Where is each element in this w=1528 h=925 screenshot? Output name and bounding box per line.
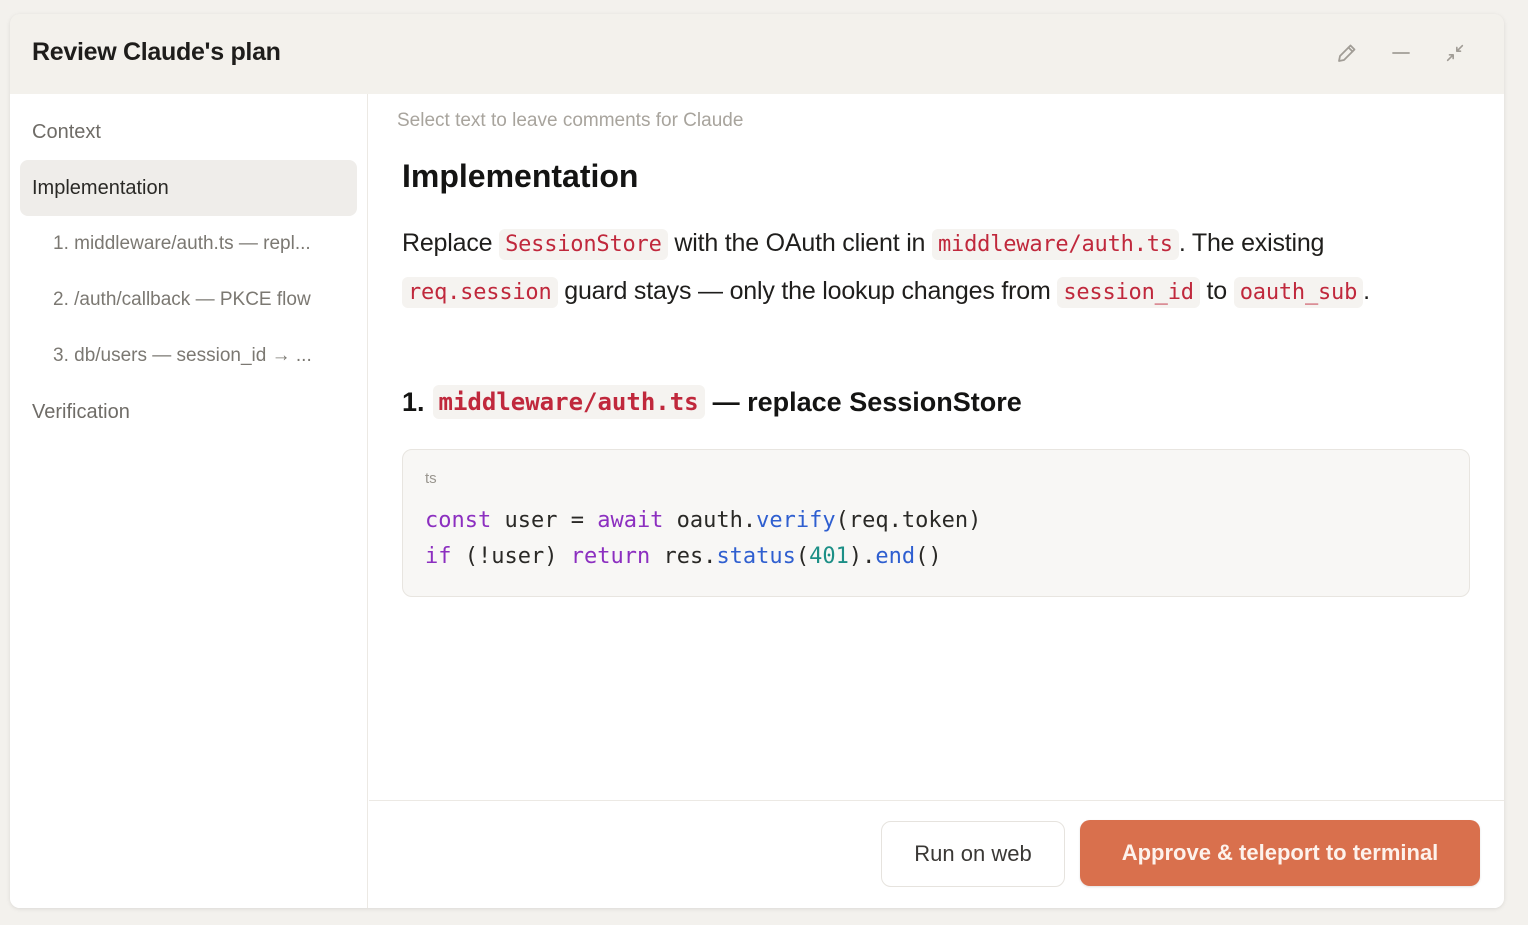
approve-teleport-button[interactable]: Approve & teleport to terminal <box>1080 820 1480 886</box>
step-file-code: middleware/auth.ts <box>432 385 705 419</box>
title-bar: Review Claude's plan <box>10 14 1504 94</box>
sidebar-item-verification[interactable]: Verification <box>20 384 357 440</box>
sidebar-item-label: 3. db/users — session_id → ... <box>53 345 312 366</box>
inline-code: middleware/auth.ts <box>932 229 1179 260</box>
collapse-icon[interactable] <box>1440 38 1470 68</box>
sidebar-item-implementation[interactable]: Implementation <box>20 160 357 216</box>
inline-code: oauth_sub <box>1233 277 1364 308</box>
plan-document: Select text to leave comments for Claude… <box>369 94 1504 800</box>
plan-review-window: Review Claude's plan Context Implementat… <box>10 14 1504 908</box>
content-area: Context Implementation 1. middleware/aut… <box>10 94 1504 908</box>
paragraph-text: to <box>1206 277 1228 305</box>
code-block[interactable]: ts const user = await oauth.verify(req.t… <box>402 449 1470 597</box>
section-paragraph[interactable]: Replace SessionStore with the OAuth clie… <box>402 220 1472 316</box>
sidebar-subitem-middleware[interactable]: 1. middleware/auth.ts — repl... <box>20 216 357 272</box>
paragraph-text: Replace <box>402 229 493 257</box>
inline-code: SessionStore <box>499 229 668 260</box>
sidebar-item-context[interactable]: Context <box>20 104 357 160</box>
step-number: 1. <box>402 386 425 417</box>
sidebar-item-label: Context <box>32 120 101 143</box>
pencil-icon[interactable] <box>1332 38 1362 68</box>
run-on-web-button[interactable]: Run on web <box>881 821 1065 887</box>
window-title: Review Claude's plan <box>32 38 281 66</box>
outline-sidebar: Context Implementation 1. middleware/aut… <box>10 94 368 908</box>
sidebar-item-label: 1. middleware/auth.ts — repl... <box>53 233 311 254</box>
code-line: if (!user) return res.status(401).end() <box>425 544 942 569</box>
sidebar-subitem-auth-callback[interactable]: 2. /auth/callback — PKCE flow <box>20 272 357 328</box>
inline-code: req.session <box>402 277 558 308</box>
paragraph-text: with the OAuth client in <box>674 229 926 257</box>
code-language-label: ts <box>425 470 437 487</box>
paragraph-text: . The existing <box>1178 229 1325 257</box>
step-heading: 1. middleware/auth.ts — replace SessionS… <box>402 385 1022 419</box>
sidebar-item-label: 2. /auth/callback — PKCE flow <box>53 289 311 310</box>
action-footer: Run on web Approve & teleport to termina… <box>369 800 1504 908</box>
sidebar-item-label: Verification <box>32 400 130 423</box>
section-heading: Implementation <box>402 158 639 194</box>
sidebar-subitem-db-users[interactable]: 3. db/users — session_id → ... <box>20 328 357 384</box>
minimize-icon[interactable] <box>1386 38 1416 68</box>
comment-hint: Select text to leave comments for Claude <box>397 110 744 131</box>
code-line: const user = await oauth.verify(req.toke… <box>425 508 982 533</box>
sidebar-item-label: Implementation <box>32 176 169 199</box>
step-title: — replace SessionStore <box>712 386 1022 417</box>
inline-code: session_id <box>1057 277 1200 308</box>
paragraph-text: . <box>1363 277 1370 305</box>
paragraph-text: guard stays — only the lookup changes fr… <box>564 277 1051 305</box>
